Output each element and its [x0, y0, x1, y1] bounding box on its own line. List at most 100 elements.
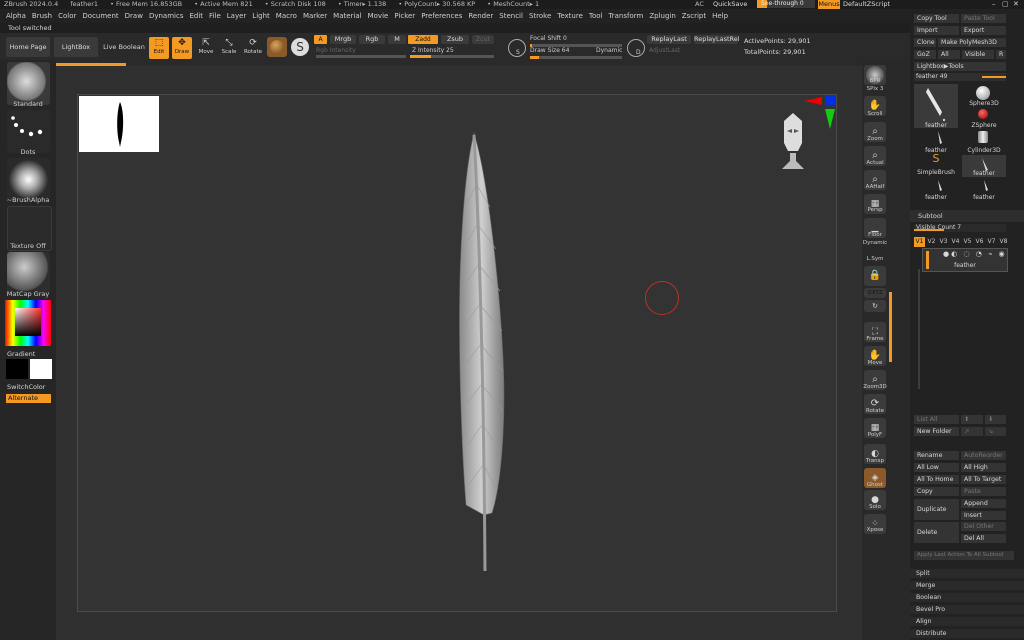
- minimize-icon[interactable]: –: [992, 0, 996, 9]
- menu-item-dynamics[interactable]: Dynamics: [149, 9, 184, 23]
- merge-section[interactable]: Merge: [910, 581, 1024, 590]
- document-canvas[interactable]: [77, 94, 837, 612]
- lsym-label[interactable]: L.Sym: [862, 256, 888, 262]
- menu-item-zscript[interactable]: Zscript: [682, 9, 706, 23]
- split-section[interactable]: Split: [910, 569, 1024, 578]
- lightbox-button[interactable]: LightBox: [54, 37, 98, 57]
- local-icon[interactable]: ↻: [864, 300, 886, 312]
- adjust-last-label[interactable]: AdjustLast: [649, 47, 680, 54]
- move-up-icon[interactable]: ⬆: [961, 415, 983, 424]
- version-tab-v5[interactable]: V5: [962, 237, 973, 247]
- rgb-button[interactable]: Rgb: [359, 35, 385, 44]
- z-intensity-slider[interactable]: [410, 55, 494, 58]
- menu-item-render[interactable]: Render: [468, 9, 493, 23]
- menu-item-macro[interactable]: Macro: [276, 9, 297, 23]
- mrgb-button[interactable]: Mrgb: [330, 35, 356, 44]
- xyz-button[interactable]: QXYZ: [864, 288, 886, 298]
- subtool-header[interactable]: Subtool: [910, 210, 1024, 222]
- r-button[interactable]: R: [996, 50, 1006, 59]
- export-button[interactable]: Export: [961, 26, 1006, 35]
- menu-item-document[interactable]: Document: [82, 9, 118, 23]
- main-color-swatch[interactable]: [6, 359, 28, 379]
- copy-tool-button[interactable]: Copy Tool: [914, 14, 959, 23]
- all-to-home-button[interactable]: All To Home: [914, 475, 959, 484]
- copy-button[interactable]: Copy: [914, 487, 959, 496]
- clone-button[interactable]: Clone: [914, 38, 936, 47]
- menus-button[interactable]: Menus: [818, 0, 840, 9]
- goz-button[interactable]: GoZ: [914, 50, 936, 59]
- apply-last-action-button[interactable]: Apply Last Action To All Subtool: [914, 551, 1014, 560]
- del-other-button[interactable]: Del Other: [961, 522, 1006, 531]
- maximize-icon[interactable]: ▢: [1002, 0, 1009, 9]
- cylinder3d-icon[interactable]: [978, 131, 988, 143]
- menu-item-movie[interactable]: Movie: [368, 9, 389, 23]
- arrow-up-right-icon[interactable]: ↗: [961, 427, 983, 436]
- version-tab-v4[interactable]: V4: [950, 237, 961, 247]
- paste-button[interactable]: Paste: [961, 487, 1006, 496]
- default-zscript[interactable]: DefaultZScript: [843, 0, 890, 9]
- replay-last-rel-button[interactable]: ReplayLastRel: [694, 35, 740, 44]
- see-through-slider[interactable]: See-through 0: [757, 0, 815, 8]
- subtool-scrollbar[interactable]: [918, 269, 920, 389]
- move-down-icon[interactable]: ⬇: [985, 415, 1006, 424]
- version-tab-v7[interactable]: V7: [986, 237, 997, 247]
- subtool-item[interactable]: ●◐ ◌ ◔ ⌁ ◉ feather: [922, 248, 1008, 272]
- all-low-button[interactable]: All Low: [914, 463, 959, 472]
- simplebrush-tool[interactable]: S: [914, 152, 958, 166]
- list-all-button[interactable]: List All: [914, 415, 959, 424]
- version-tab-v6[interactable]: V6: [974, 237, 985, 247]
- alternate-button[interactable]: Alternate: [6, 394, 51, 403]
- z-intensity-label[interactable]: Z Intensity 25: [412, 47, 454, 54]
- rgb-intensity-label[interactable]: Rgb Intensity: [316, 47, 356, 54]
- all-high-button[interactable]: All High: [961, 463, 1006, 472]
- lock-icon[interactable]: 🔒: [864, 266, 886, 286]
- menu-item-layer[interactable]: Layer: [227, 9, 247, 23]
- version-tab-v8[interactable]: V8: [998, 237, 1009, 247]
- tool-feather-5[interactable]: [962, 179, 1006, 193]
- make-polymesh-button[interactable]: Make PolyMesh3D: [938, 38, 1006, 47]
- menu-item-help[interactable]: Help: [712, 9, 728, 23]
- stroke-icon[interactable]: S: [291, 38, 309, 56]
- color-picker[interactable]: [5, 300, 51, 346]
- del-all-button[interactable]: Del All: [961, 534, 1006, 543]
- dock-scroll-indicator[interactable]: [889, 292, 892, 362]
- edit-button[interactable]: ⬚ Edit: [149, 37, 169, 59]
- switch-color-label[interactable]: SwitchColor: [7, 383, 45, 391]
- subtool-toggle-icons[interactable]: ●◐ ◌ ◔ ⌁ ◉: [943, 250, 1007, 258]
- standard-brush-icon[interactable]: [7, 62, 50, 105]
- zsub-button[interactable]: Zsub: [441, 35, 469, 44]
- bevel-pro-section[interactable]: Bevel Pro: [910, 605, 1024, 614]
- menu-item-texture[interactable]: Texture: [557, 9, 583, 23]
- zcut-button[interactable]: Zcut: [472, 35, 494, 44]
- draw-size-slider[interactable]: [530, 56, 622, 59]
- arrow-down-right-icon[interactable]: ↘: [985, 427, 1006, 436]
- distribute-section[interactable]: Distribute: [910, 629, 1024, 638]
- tool-slider[interactable]: feather 49: [914, 73, 1006, 81]
- replay-last-button[interactable]: ReplayLast: [647, 35, 691, 44]
- menu-item-picker[interactable]: Picker: [394, 9, 415, 23]
- paste-tool-button[interactable]: Paste Tool: [961, 14, 1006, 23]
- menu-item-brush[interactable]: Brush: [32, 9, 52, 23]
- menu-item-tool[interactable]: Tool: [589, 9, 603, 23]
- import-button[interactable]: Import: [914, 26, 959, 35]
- gradient-label[interactable]: Gradient: [7, 350, 35, 358]
- rotate-button[interactable]: ⟳ Rotate: [242, 37, 264, 59]
- material-swatch[interactable]: [267, 37, 287, 57]
- new-folder-button[interactable]: New Folder: [914, 427, 959, 436]
- auto-reorder-button[interactable]: AutoReorder: [961, 451, 1006, 460]
- menu-item-draw[interactable]: Draw: [125, 9, 143, 23]
- delete-button[interactable]: Delete: [914, 522, 959, 543]
- a-button[interactable]: A: [314, 35, 327, 44]
- boolean-section[interactable]: Boolean: [910, 593, 1024, 602]
- draw-button[interactable]: ✥ Draw: [172, 37, 192, 59]
- version-tab-v2[interactable]: V2: [926, 237, 937, 247]
- dots-stroke-icon[interactable]: [7, 110, 50, 153]
- sphere3d-icon[interactable]: [976, 86, 990, 100]
- head-orientation-icon[interactable]: [778, 109, 808, 171]
- version-tab-v3[interactable]: V3: [938, 237, 949, 247]
- move-button[interactable]: ⇱ Move: [196, 37, 216, 59]
- append-button[interactable]: Append: [961, 499, 1006, 508]
- secondary-color-swatch[interactable]: [30, 359, 52, 379]
- color-square[interactable]: [15, 308, 41, 336]
- all-to-target-button[interactable]: All To Target: [961, 475, 1006, 484]
